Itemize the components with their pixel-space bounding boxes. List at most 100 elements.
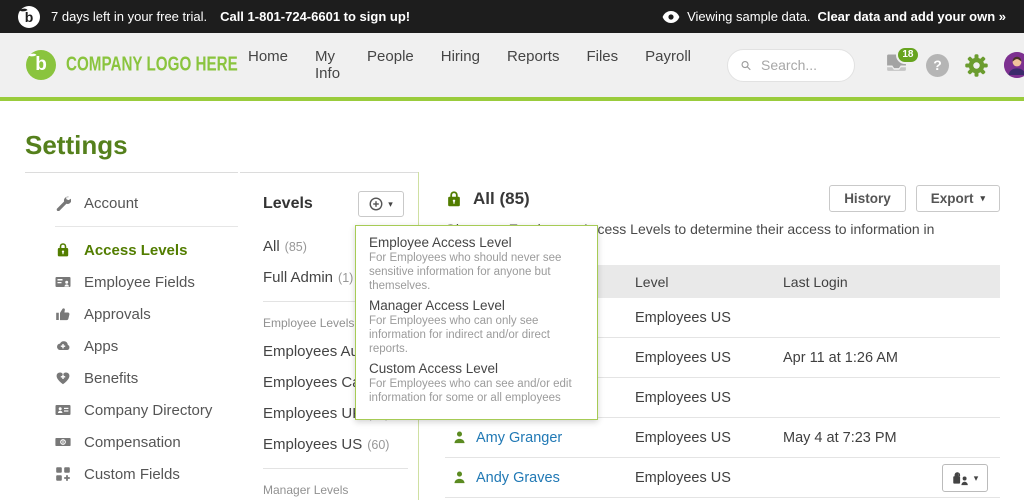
add-level-menu: Employee Access Level For Employees who …: [355, 225, 598, 420]
level-label: Employees UK: [263, 405, 363, 422]
nav-icons: 18 ?: [886, 45, 1024, 78]
sidebar-item-approvals[interactable]: Approvals: [25, 298, 238, 330]
directory-card-icon: [55, 405, 71, 415]
help-button[interactable]: ?: [926, 53, 949, 77]
user-avatar[interactable]: [1004, 52, 1024, 78]
menu-item-description: For Employees who can only see informati…: [369, 315, 550, 355]
change-access-level-button[interactable]: ▾: [942, 464, 988, 492]
employee-last-login: Apr 11 at 1:26 AM: [783, 349, 898, 366]
trial-banner-left: b 7 days left in your free trial. Call 1…: [18, 5, 410, 28]
sample-data-note: Viewing sample data.: [687, 9, 811, 24]
level-label: Employees US: [263, 436, 363, 453]
table-row: Amy Granger Employees US May 4 at 7:23 P…: [445, 418, 1000, 458]
lock-icon: [448, 190, 460, 206]
sidebar-item-label: Benefits: [84, 369, 139, 387]
sidebar-item-employee-fields[interactable]: Employee Fields: [25, 266, 238, 298]
inbox-button[interactable]: 18: [886, 45, 920, 78]
menu-item-description: For Employees who should never see sensi…: [369, 252, 562, 292]
company-logo-text: COMPANY LOGO HERE: [66, 53, 238, 76]
nav-payroll[interactable]: Payroll: [645, 48, 691, 82]
column-header-last-login: Last Login: [783, 273, 848, 290]
column-header-level: Level: [635, 273, 669, 290]
sidebar-item-label: Apps: [84, 337, 119, 355]
grid-plus-icon: [56, 467, 70, 481]
menu-item-title: Employee Access Level: [369, 235, 512, 250]
export-button[interactable]: Export ▾: [915, 185, 1000, 212]
question-mark-icon: ?: [933, 57, 942, 73]
nav-people[interactable]: People: [367, 48, 414, 82]
sidebar-item-custom-fields[interactable]: Custom Fields: [25, 458, 238, 490]
nav-files[interactable]: Files: [586, 48, 618, 82]
bamboohr-logo-icon: b: [18, 5, 40, 28]
sidebar-item-access-levels[interactable]: Access Levels: [25, 234, 238, 266]
sidebar-item-label: Employee Fields: [84, 273, 195, 291]
cloud-plus-icon: [56, 341, 70, 351]
employee-level: Employees US: [635, 389, 731, 406]
employee-level: Employees US: [635, 429, 731, 446]
levels-divider: [263, 468, 408, 469]
settings-sidebar: Account Access Levels Employee Fields Ap…: [25, 172, 238, 490]
nav-reports[interactable]: Reports: [507, 48, 560, 82]
nav-my-info[interactable]: My Info: [315, 48, 340, 82]
person-icon: [454, 471, 465, 484]
menu-item-title: Manager Access Level: [369, 298, 505, 313]
employee-level: Employees US: [635, 309, 731, 326]
sidebar-item-label: Company Directory: [84, 401, 213, 419]
sidebar-item-account[interactable]: Account: [25, 187, 238, 219]
wrench-icon: [56, 196, 71, 211]
sidebar-item-apps[interactable]: Apps: [25, 330, 238, 362]
history-button[interactable]: History: [829, 185, 906, 212]
employee-name-link[interactable]: Andy Graves: [476, 470, 560, 486]
sidebar-item-compensation[interactable]: Compensation: [25, 426, 238, 458]
lock-person-icon: [952, 471, 968, 485]
table-row: Andy Graves Employees US ▾: [445, 458, 1000, 498]
sidebar-item-label: Custom Fields: [84, 465, 180, 483]
level-item-employees-us[interactable]: Employees US (60): [263, 429, 418, 460]
caret-down-icon: ▾: [388, 198, 393, 209]
trial-message: 7 days left in your free trial.: [51, 9, 208, 24]
menu-item-title: Custom Access Level: [369, 361, 499, 376]
sample-data-banner: Viewing sample data. Clear data and add …: [662, 9, 1006, 24]
caret-down-icon: ▾: [973, 472, 979, 483]
plus-circle-icon: [369, 197, 383, 211]
sidebar-item-label: Account: [84, 194, 139, 212]
lock-icon: [57, 243, 69, 257]
settings-gear-button[interactable]: [964, 53, 989, 78]
leaf-icon: [19, 6, 28, 13]
dollar-bill-icon: [55, 438, 71, 446]
company-logo[interactable]: b COMPANY LOGO HERE: [26, 50, 244, 80]
menu-item-manager-access-level[interactable]: Manager Access Level For Employees who c…: [369, 298, 584, 356]
employee-name-link[interactable]: Amy Granger: [476, 430, 562, 446]
person-icon: [454, 431, 465, 444]
add-level-button[interactable]: ▾: [358, 191, 404, 217]
gear-icon: [965, 53, 988, 77]
export-label: Export: [930, 191, 974, 206]
avatar-person-icon: [1004, 52, 1024, 78]
sidebar-item-benefits[interactable]: Benefits: [25, 362, 238, 394]
nav-hiring[interactable]: Hiring: [441, 48, 480, 82]
sidebar-item-label: Approvals: [84, 305, 151, 323]
level-count: (60): [367, 437, 390, 452]
heart-plus-icon: [56, 372, 70, 385]
id-card-icon: [55, 277, 71, 287]
menu-item-custom-access-level[interactable]: Custom Access Level For Employees who ca…: [369, 361, 584, 405]
employee-level: Employees US: [635, 469, 731, 486]
manager-levels-group-label: Manager Levels: [263, 483, 349, 497]
thumbs-up-icon: [56, 308, 70, 321]
menu-item-employee-access-level[interactable]: Employee Access Level For Employees who …: [369, 235, 584, 293]
nav-home[interactable]: Home: [248, 48, 288, 82]
selected-level-title: All (85): [473, 188, 530, 208]
employee-level: Employees US: [635, 349, 731, 366]
search-box: [727, 48, 855, 82]
leaf-icon: [28, 51, 37, 59]
search-input[interactable]: [759, 56, 841, 74]
clear-data-link[interactable]: Clear data and add your own »: [817, 9, 1006, 24]
trial-banner: b 7 days left in your free trial. Call 1…: [0, 0, 1024, 33]
sidebar-item-company-directory[interactable]: Company Directory: [25, 394, 238, 426]
levels-heading: Levels: [263, 195, 313, 212]
eye-icon: [662, 10, 680, 23]
sidebar-item-label: Compensation: [84, 433, 181, 451]
sidebar-item-label: Access Levels: [84, 241, 188, 259]
page-title: Settings: [25, 130, 128, 160]
company-logo-icon: b: [26, 50, 56, 80]
